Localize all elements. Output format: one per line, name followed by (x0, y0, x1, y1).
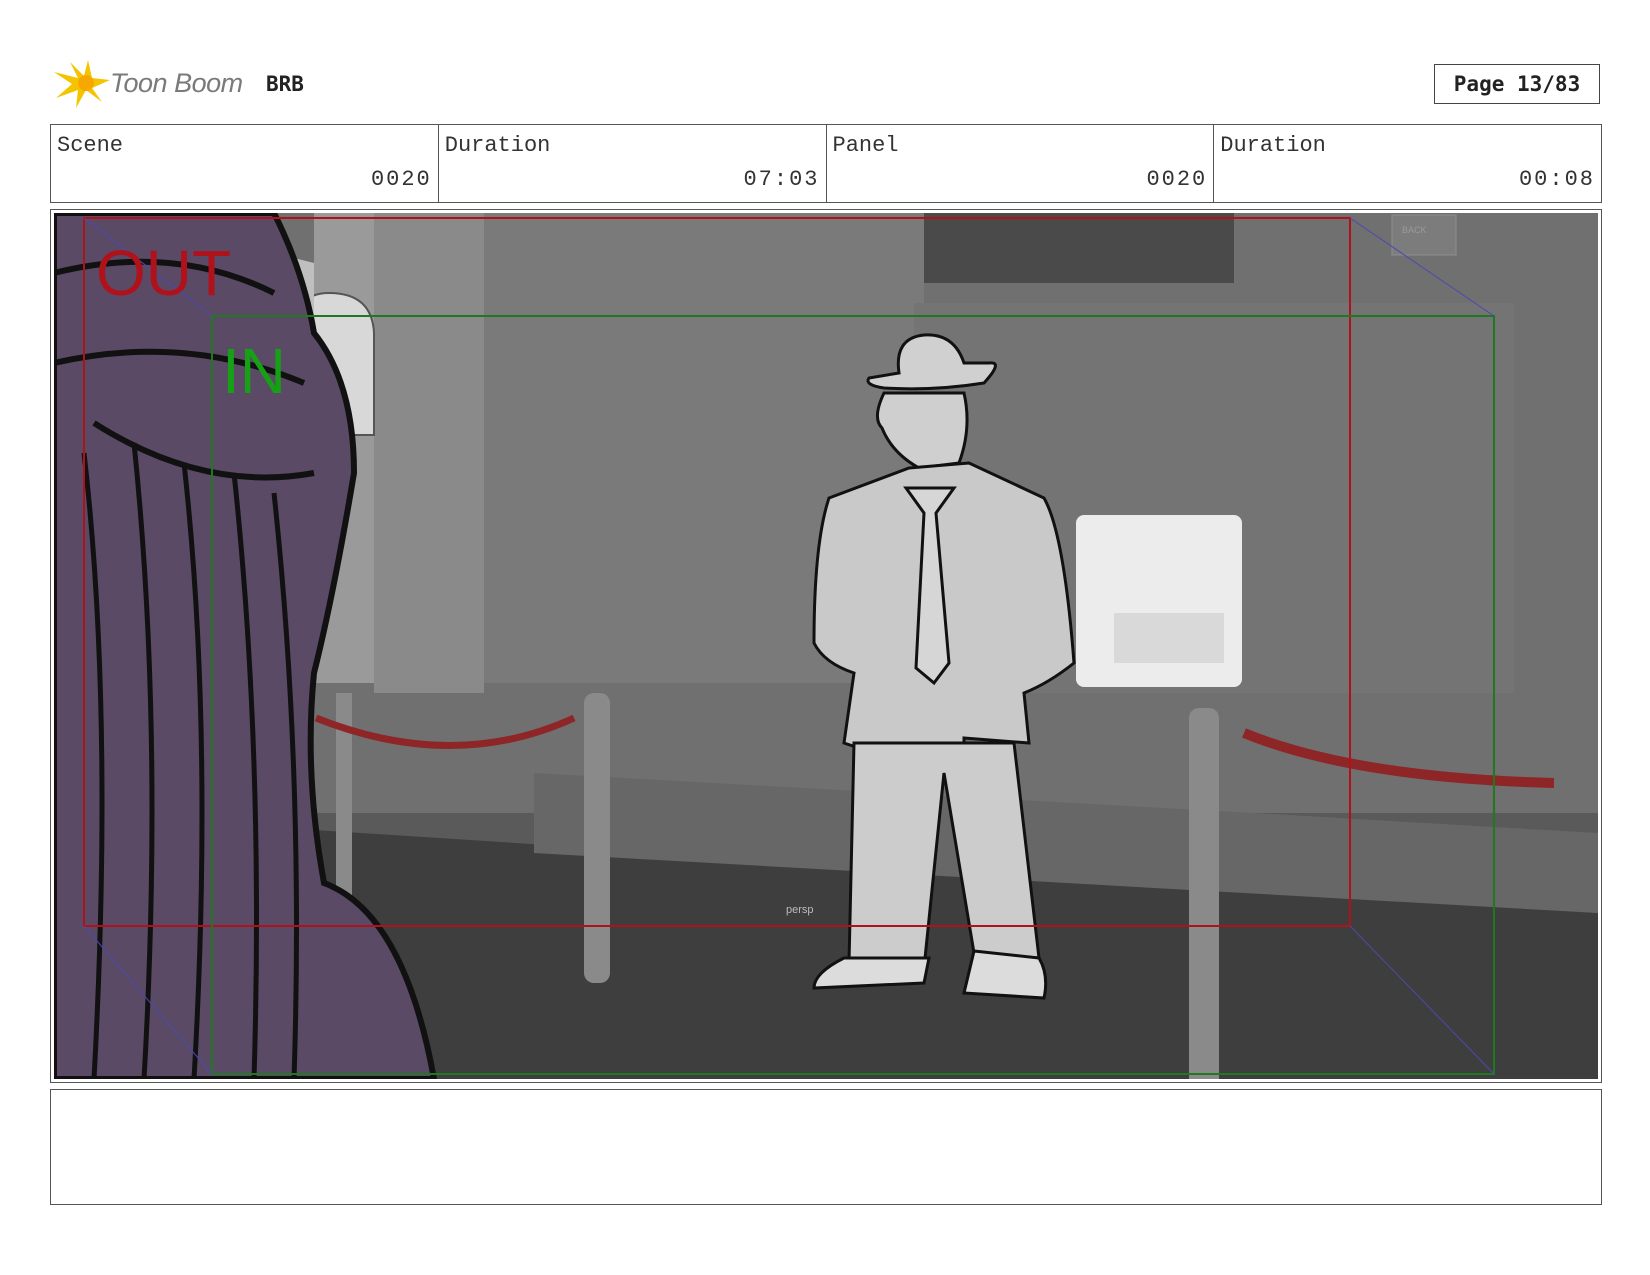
storyboard-drawing: persp BACK OUT IN (54, 213, 1598, 1079)
viewport-label: persp (786, 904, 814, 916)
scene-label: Scene (57, 133, 124, 158)
in-frame-label: IN (222, 335, 286, 407)
panel-notes-box[interactable] (50, 1089, 1602, 1205)
starburst-logo-icon (54, 60, 110, 108)
scene-cell: Scene 0020 (51, 125, 439, 202)
panel-duration-cell: Duration 00:08 (1214, 125, 1601, 202)
panel-duration-value: 00:08 (1518, 167, 1595, 192)
scene-duration-label: Duration (444, 133, 551, 158)
brand-name: Toon Boom (110, 68, 243, 98)
project-code: BRB (266, 72, 304, 96)
page-indicator: Page 13/83 (1434, 64, 1600, 104)
panel-info-row: Scene 0020 Duration 07:03 Panel 0020 Dur… (50, 124, 1602, 203)
back-button-label: BACK (1402, 225, 1427, 235)
out-frame-label: OUT (96, 237, 231, 309)
panel-label: Panel (832, 133, 899, 158)
panel-cell: Panel 0020 (827, 125, 1215, 202)
panel-value: 0020 (1146, 167, 1208, 192)
scene-duration-cell: Duration 07:03 (439, 125, 827, 202)
panel-duration-label: Duration (1220, 133, 1326, 158)
scene-value: 0020 (370, 167, 432, 192)
storyboard-panel-image: persp BACK OUT IN (54, 213, 1598, 1079)
scene-duration-value: 07:03 (743, 167, 820, 192)
